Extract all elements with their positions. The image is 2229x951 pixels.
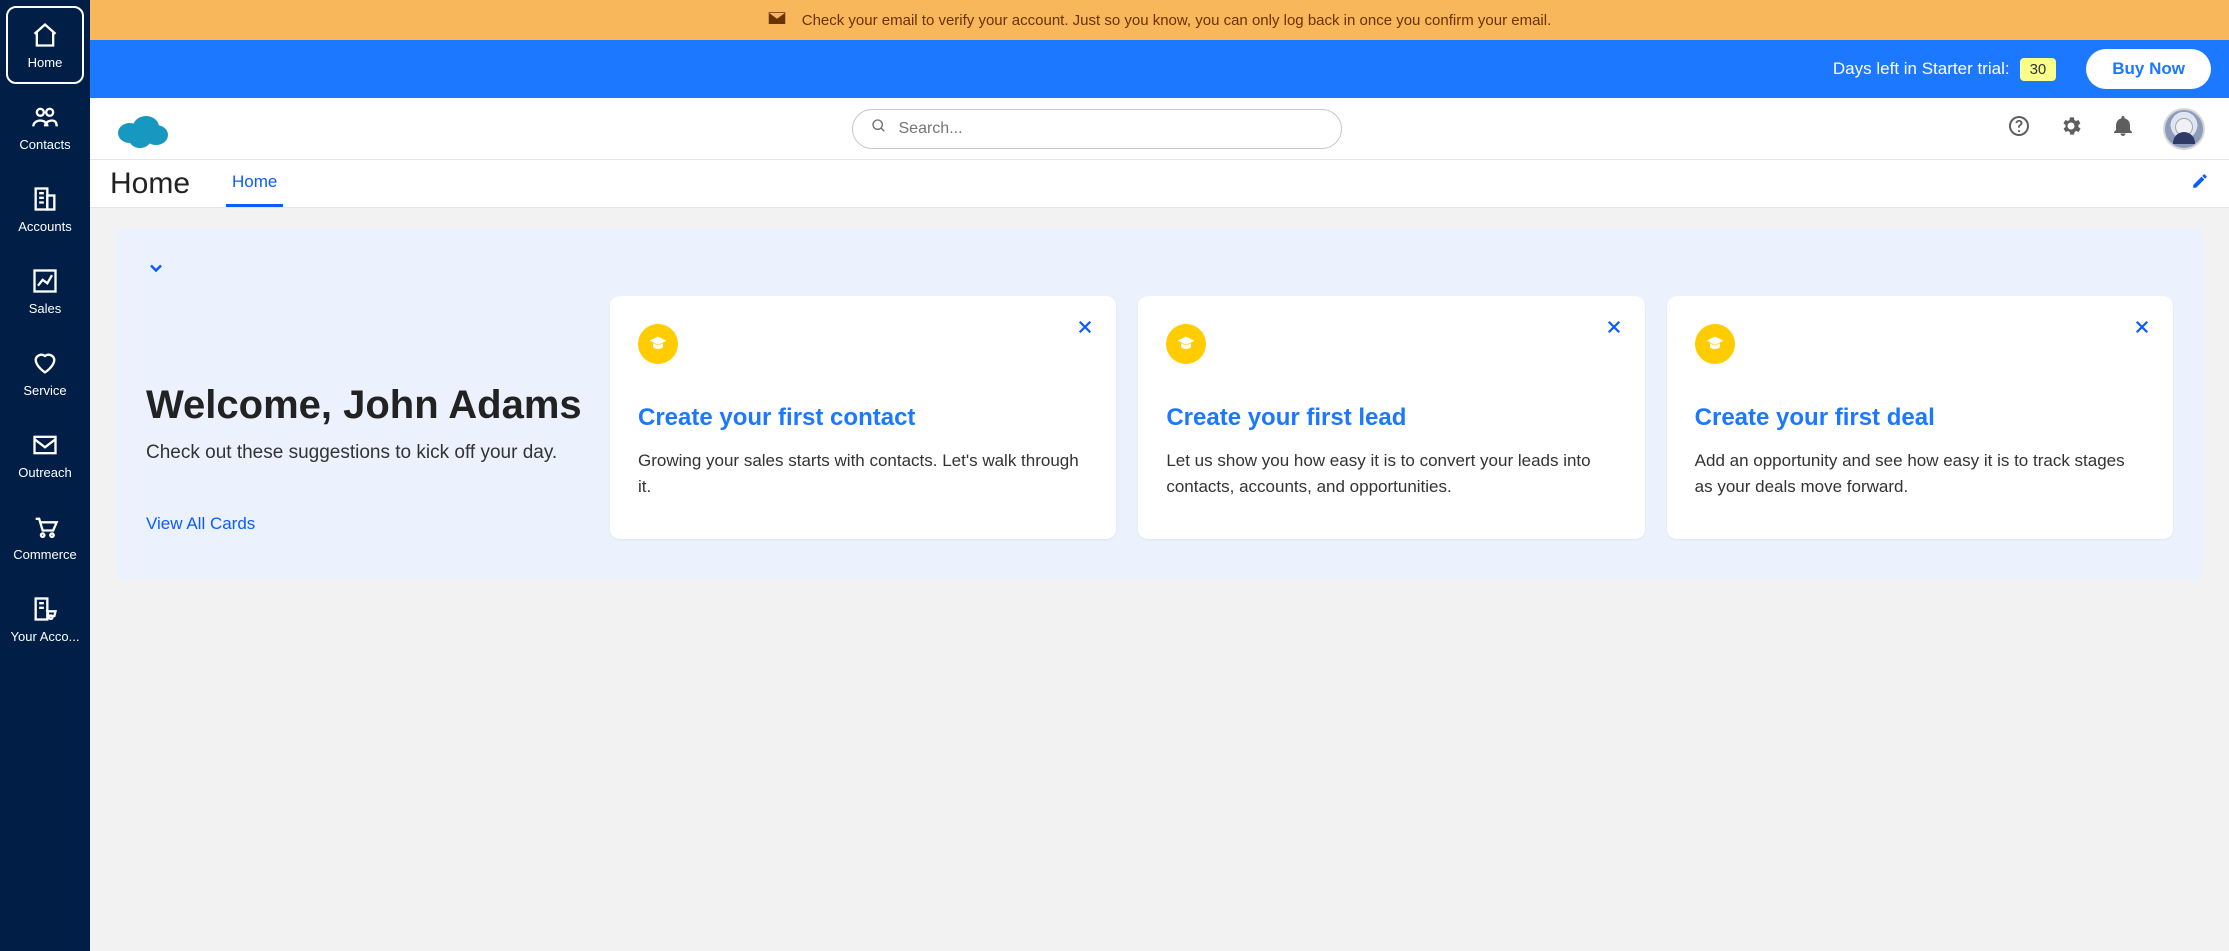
contacts-icon (31, 103, 59, 131)
sidebar-item-outreach[interactable]: Outreach (6, 416, 84, 494)
help-icon[interactable] (2007, 114, 2031, 143)
cards-row: Create your first contact Growing your s… (610, 252, 2173, 539)
sidebar-item-your-account[interactable]: Your Acco... (6, 580, 84, 658)
gear-icon[interactable] (2059, 114, 2083, 143)
sidebar-item-label: Service (23, 383, 66, 398)
content: Welcome, John Adams Check out these sugg… (90, 208, 2229, 951)
sidebar-item-service[interactable]: Service (6, 334, 84, 412)
view-all-cards-link[interactable]: View All Cards (146, 514, 255, 533)
sidebar-item-sales[interactable]: Sales (6, 252, 84, 330)
graduation-cap-icon (638, 324, 678, 364)
banner-text: Check your email to verify your account.… (802, 12, 1552, 29)
card-body: Add an opportunity and see how easy it i… (1695, 448, 2145, 499)
card-body: Growing your sales starts with contacts.… (638, 448, 1088, 499)
chart-icon (31, 267, 59, 295)
salesforce-logo-icon[interactable] (114, 109, 170, 149)
edit-page-button[interactable] (2191, 172, 2209, 195)
collapse-toggle[interactable] (146, 258, 166, 283)
welcome-intro: Welcome, John Adams Check out these sugg… (146, 252, 586, 539)
close-icon[interactable] (2133, 318, 2151, 341)
sidebar-item-home[interactable]: Home (6, 6, 84, 84)
search-input[interactable] (899, 120, 1323, 138)
close-icon[interactable] (1605, 318, 1623, 341)
avatar[interactable] (2163, 108, 2205, 150)
sidebar-item-label: Home (28, 55, 63, 70)
heart-icon (31, 349, 59, 377)
sidebar-item-label: Contacts (19, 137, 70, 152)
global-search[interactable] (852, 109, 1342, 149)
cart-icon (31, 513, 59, 541)
search-container (210, 109, 1983, 149)
welcome-subtitle: Check out these suggestions to kick off … (146, 442, 586, 464)
guidance-card-lead[interactable]: Create your first lead Let us show you h… (1138, 296, 1644, 539)
left-nav: Home Contacts Accounts Sales Service Out… (0, 0, 90, 951)
app-header (90, 98, 2229, 160)
page-header: Home Home (90, 160, 2229, 208)
verify-email-banner: Check your email to verify your account.… (90, 0, 2229, 40)
header-actions (2007, 108, 2205, 150)
trial-bar: Days left in Starter trial: 30 Buy Now (90, 40, 2229, 98)
tab-home[interactable]: Home (226, 160, 283, 207)
trial-label: Days left in Starter trial: (1833, 59, 2010, 79)
bell-icon[interactable] (2111, 114, 2135, 143)
building-icon (31, 185, 59, 213)
search-icon (871, 118, 887, 139)
trial-days-remaining: 30 (2020, 58, 2057, 81)
card-title: Create your first lead (1166, 402, 1616, 434)
card-title: Create your first contact (638, 402, 1088, 434)
sidebar-item-accounts[interactable]: Accounts (6, 170, 84, 248)
envelope-icon (768, 11, 786, 29)
close-icon[interactable] (1076, 318, 1094, 341)
sidebar-item-label: Accounts (18, 219, 71, 234)
guidance-card-deal[interactable]: Create your first deal Add an opportunit… (1667, 296, 2173, 539)
envelope-icon (31, 431, 59, 459)
home-icon (31, 21, 59, 49)
graduation-cap-icon (1166, 324, 1206, 364)
buy-now-button[interactable]: Buy Now (2086, 49, 2211, 89)
sidebar-item-label: Your Acco... (11, 629, 80, 644)
card-body: Let us show you how easy it is to conver… (1166, 448, 1616, 499)
welcome-title: Welcome, John Adams (146, 383, 586, 428)
welcome-panel: Welcome, John Adams Check out these sugg… (116, 228, 2203, 579)
sidebar-item-label: Outreach (18, 465, 71, 480)
page-title: Home (110, 167, 190, 201)
graduation-cap-icon (1695, 324, 1735, 364)
sidebar-item-label: Commerce (13, 547, 77, 562)
sidebar-item-contacts[interactable]: Contacts (6, 88, 84, 166)
sidebar-item-label: Sales (29, 301, 62, 316)
guidance-card-contact[interactable]: Create your first contact Growing your s… (610, 296, 1116, 539)
sidebar-item-commerce[interactable]: Commerce (6, 498, 84, 576)
main-area: Check your email to verify your account.… (90, 0, 2229, 951)
card-title: Create your first deal (1695, 402, 2145, 434)
building-cart-icon (31, 595, 59, 623)
